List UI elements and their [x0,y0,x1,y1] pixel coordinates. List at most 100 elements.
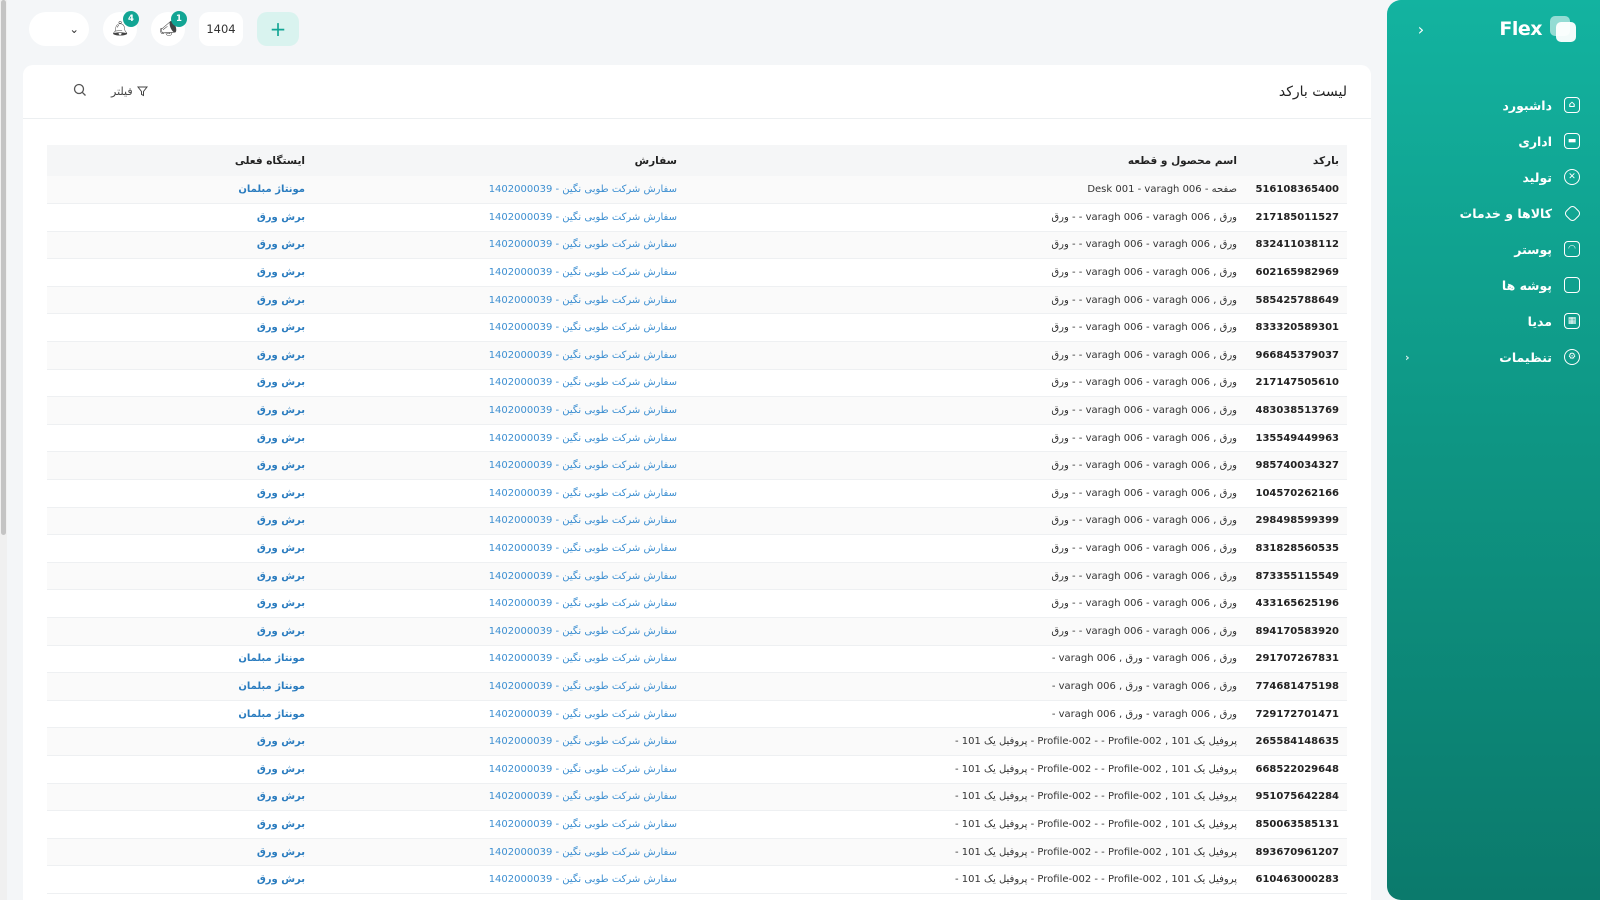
station-link[interactable]: برش ورق [47,231,305,259]
station-link[interactable]: برش ورق [47,866,305,894]
notifications-button[interactable]: 🔔︎ 4 [103,11,139,46]
order-link[interactable]: سفارش شرکت طوبی نگین - 1402000039 [305,618,685,646]
table-row[interactable]: 985740034327 ورق , varagh 006 - varagh 00… [47,451,1347,480]
table-row[interactable]: 831828560535 ورق , varagh 006 - varagh 00… [47,535,1347,563]
order-link[interactable]: سفارش شرکت طوبی نگین - 1402000039 [305,286,685,314]
table-row[interactable]: 774681475198 ورق , varagh 006 - ورق , var… [47,672,1347,701]
sidebar-item-products-services[interactable]: کالاها و خدمات [1405,195,1582,231]
station-link[interactable]: مونتاژ مبلمان [47,673,305,701]
station-link[interactable]: برش ورق [47,562,305,590]
station-link[interactable]: برش ورق [47,783,305,811]
station-link[interactable]: برش ورق [47,314,305,342]
filter-button[interactable]: فیلتر [111,85,148,98]
order-link[interactable]: سفارش شرکت طوبی نگین - 1402000039 [305,728,685,756]
station-link[interactable]: برش ورق [47,369,305,397]
column-header-barcode[interactable]: بارکد [1245,145,1347,176]
sidebar-item-poster[interactable]: ◠ پوستر [1405,231,1580,267]
order-link[interactable]: سفارش شرکت طوبی نگین - 1402000039 [305,645,685,673]
order-link[interactable]: سفارش شرکت طوبی نگین - 1402000039 [305,783,685,811]
table-row[interactable]: 832411038112 ورق , varagh 006 - varagh 00… [47,231,1347,259]
order-link[interactable]: سفارش شرکت طوبی نگین - 1402000039 [305,507,685,535]
order-link[interactable]: سفارش شرکت طوبی نگین - 1402000039 [305,204,685,232]
add-button[interactable]: + [257,12,299,46]
year-selector[interactable]: 1404 [199,12,243,46]
station-link[interactable]: برش ورق [47,342,305,370]
order-link[interactable]: سفارش شرکت طوبی نگین - 1402000039 [305,452,685,480]
sidebar-item-settings[interactable]: ⚙ تنظیمات ‹ [1405,339,1580,375]
order-link[interactable]: سفارش شرکت طوبی نگین - 1402000039 [305,259,685,287]
station-link[interactable]: برش ورق [47,618,305,646]
table-row[interactable]: 966845379037 ورق , varagh 006 - varagh 00… [47,341,1347,370]
table-row[interactable]: 516108365400 صفحه - Desk 001 - varagh 006… [47,176,1347,204]
order-link[interactable]: سفارش شرکت طوبی نگین - 1402000039 [305,700,685,728]
table-row[interactable]: 893670961207 پروفیل یک 101 , Profile-002 … [47,838,1347,866]
column-header-station[interactable]: ایستگاه فعلی [47,145,305,176]
table-row[interactable]: 104570262166 ورق , varagh 006 - varagh 00… [47,480,1347,508]
sidebar-item-media[interactable]: ▦ مدیا [1405,303,1580,339]
order-link[interactable]: سفارش شرکت طوبی نگین - 1402000039 [305,590,685,618]
station-link[interactable]: برش ورق [47,259,305,287]
station-link[interactable]: برش ورق [47,424,305,452]
station-link[interactable]: مونتاژ مبلمان [47,700,305,728]
column-header-order[interactable]: سفارش [305,145,685,176]
table-row[interactable]: 298498599399 ورق , varagh 006 - varagh 00… [47,507,1347,535]
order-link[interactable]: سفارش شرکت طوبی نگین - 1402000039 [305,480,685,508]
sidebar-item-dashboard[interactable]: ⌂ داشبورد [1405,87,1580,123]
table-row[interactable]: 483038513769 ورق , varagh 006 - varagh 00… [47,396,1347,425]
order-link[interactable]: سفارش شرکت طوبی نگین - 1402000039 [305,176,685,204]
table-row[interactable]: 433165625196 ورق , varagh 006 - varagh 00… [47,590,1347,618]
table-row[interactable]: 668522029648 پروفیل یک 101 , Profile-002 … [47,755,1347,784]
table-row[interactable]: 894170583920 ورق , varagh 006 - varagh 00… [47,617,1347,646]
sidebar-item-production[interactable]: ✕ تولید [1405,159,1580,195]
scrollbar-thumb[interactable] [1,0,6,535]
order-link[interactable]: سفارش شرکت طوبی نگین - 1402000039 [305,535,685,563]
station-link[interactable]: مونتاژ مبلمان [47,176,305,204]
station-link[interactable]: برش ورق [47,204,305,232]
announcements-button[interactable]: 📣︎ 1 [151,11,187,46]
table-row[interactable]: 585425788649 ورق , varagh 006 - varagh 00… [47,286,1347,314]
table-row[interactable]: 951075642284 پروفیل یک 101 , Profile-002 … [47,783,1347,811]
brand[interactable]: Flex [1499,16,1576,42]
table-row[interactable]: 873355115549 ورق , varagh 006 - varagh 00… [47,562,1347,590]
order-link[interactable]: سفارش شرکت طوبی نگین - 1402000039 [305,424,685,452]
order-link[interactable]: سفارش شرکت طوبی نگین - 1402000039 [305,755,685,783]
table-row[interactable]: 729172701471 ورق , varagh 006 - ورق , var… [47,700,1347,728]
order-link[interactable]: سفارش شرکت طوبی نگین - 1402000039 [305,342,685,370]
station-link[interactable]: برش ورق [47,507,305,535]
search-icon[interactable] [73,83,87,101]
order-link[interactable]: سفارش شرکت طوبی نگین - 1402000039 [305,838,685,866]
table-row[interactable]: 265584148635 پروفیل یک 101 , Profile-002 … [47,727,1347,756]
sidebar-item-administrative[interactable]: ▬ اداری [1405,123,1580,159]
table-row[interactable]: 217185011527 ورق , varagh 006 - varagh 00… [47,204,1347,232]
sidebar-item-folders[interactable]: پوشه ها [1405,267,1580,303]
order-link[interactable]: سفارش شرکت طوبی نگین - 1402000039 [305,673,685,701]
station-link[interactable]: برش ورق [47,452,305,480]
page-scrollbar[interactable] [0,0,7,900]
table-row[interactable]: 217147505610 ورق , varagh 006 - varagh 00… [47,369,1347,397]
station-link[interactable]: برش ورق [47,480,305,508]
workspace-select[interactable]: ⌄ [29,12,89,46]
table-row[interactable]: 602165982969 ورق , varagh 006 - varagh 00… [47,259,1347,287]
order-link[interactable]: سفارش شرکت طوبی نگین - 1402000039 [305,314,685,342]
sidebar-collapse-button[interactable]: ‹ [1411,19,1431,39]
station-link[interactable]: برش ورق [47,755,305,783]
station-link[interactable]: برش ورق [47,838,305,866]
order-link[interactable]: سفارش شرکت طوبی نگین - 1402000039 [305,231,685,259]
station-link[interactable]: برش ورق [47,535,305,563]
order-link[interactable]: سفارش شرکت طوبی نگین - 1402000039 [305,369,685,397]
order-link[interactable]: سفارش شرکت طوبی نگین - 1402000039 [305,866,685,894]
station-link[interactable]: مونتاژ مبلمان [47,645,305,673]
table-row[interactable]: 135549449963 ورق , varagh 006 - varagh 00… [47,424,1347,452]
table-row[interactable]: 291707267831 ورق , varagh 006 - ورق , var… [47,645,1347,673]
order-link[interactable]: سفارش شرکت طوبی نگین - 1402000039 [305,397,685,425]
station-link[interactable]: برش ورق [47,811,305,839]
station-link[interactable]: برش ورق [47,590,305,618]
order-link[interactable]: سفارش شرکت طوبی نگین - 1402000039 [305,811,685,839]
station-link[interactable]: برش ورق [47,728,305,756]
table-row[interactable]: 610463000283 پروفیل یک 101 , Profile-002 … [47,866,1347,894]
table-row[interactable]: 833320589301 ورق , varagh 006 - varagh 00… [47,314,1347,342]
column-header-product[interactable]: اسم محصول و قطعه [685,145,1245,176]
order-link[interactable]: سفارش شرکت طوبی نگین - 1402000039 [305,562,685,590]
table-row[interactable]: 850063585131 پروفیل یک 101 , Profile-002 … [47,811,1347,839]
station-link[interactable]: برش ورق [47,286,305,314]
